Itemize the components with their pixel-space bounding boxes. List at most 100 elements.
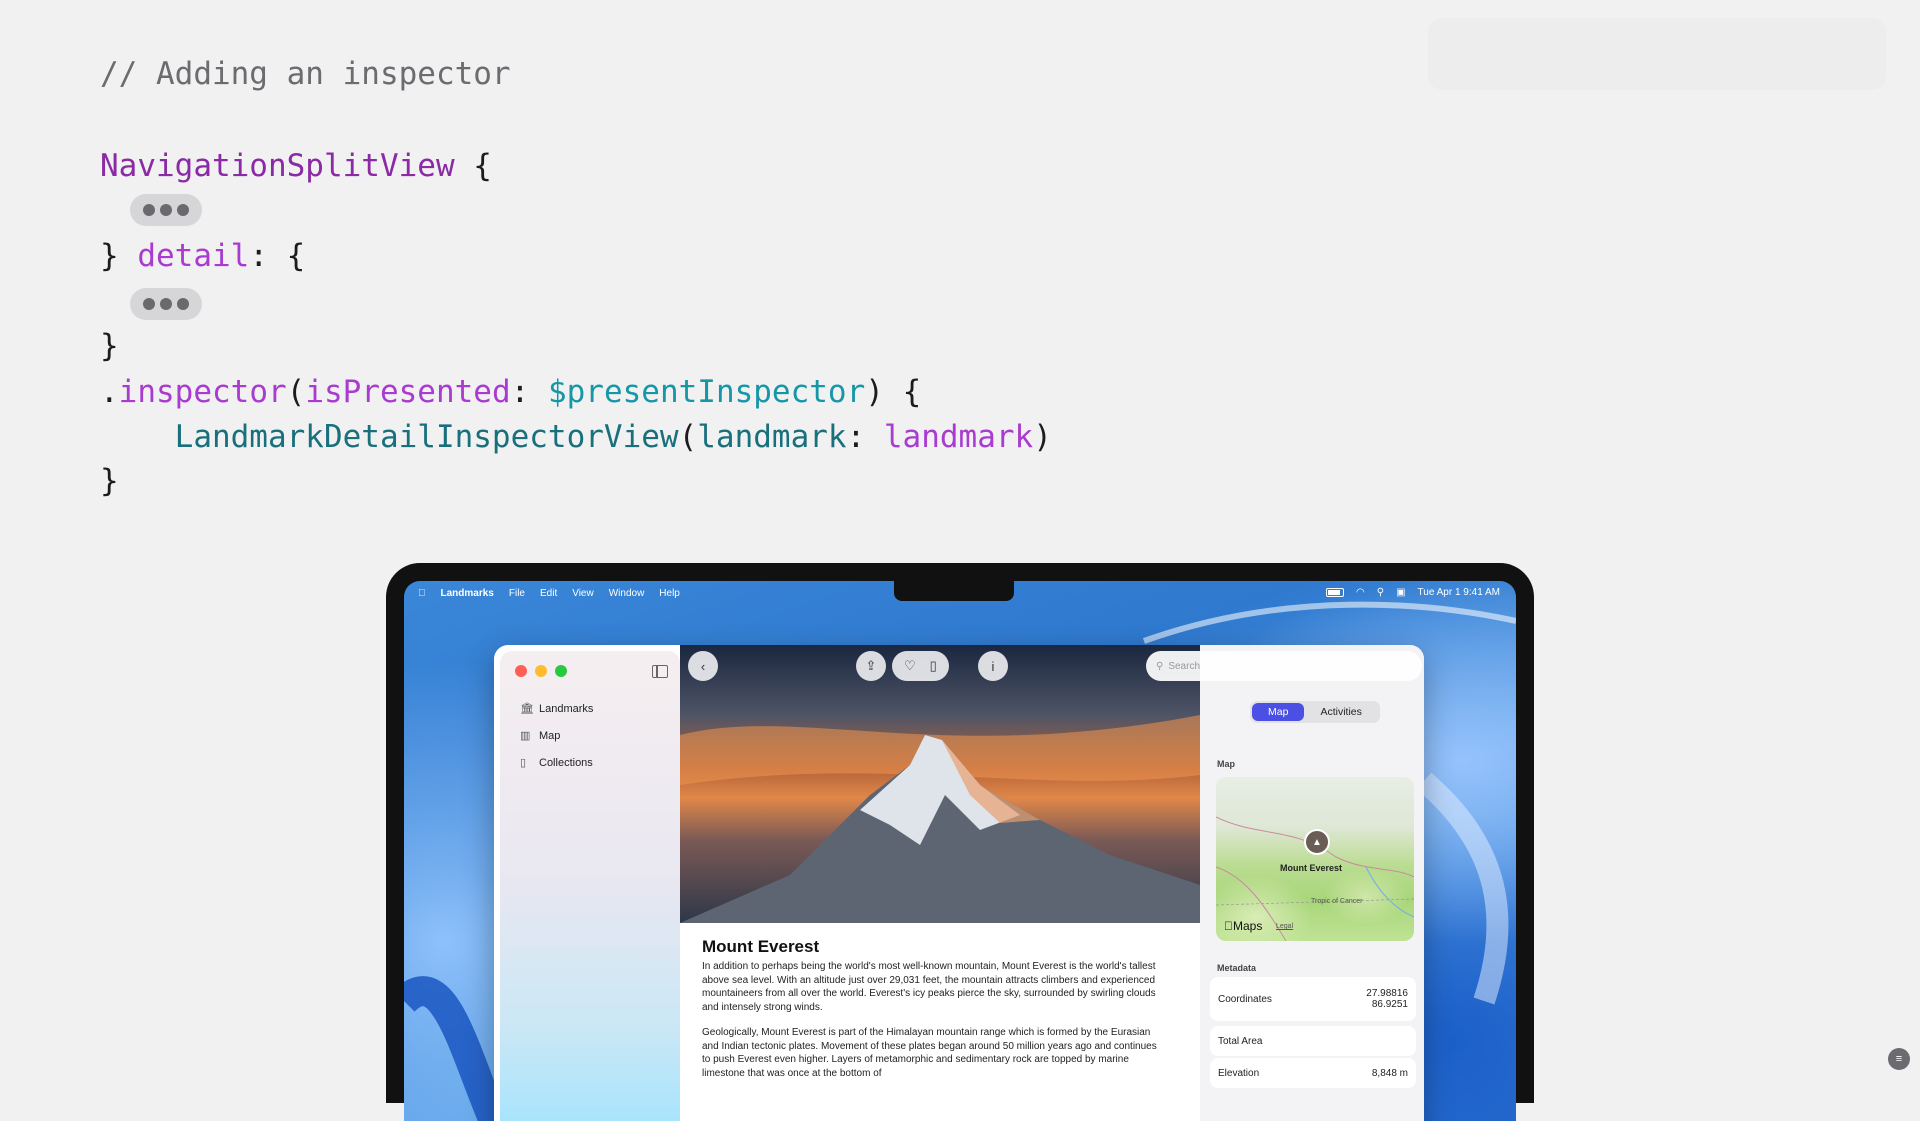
metadata-elevation: Elevation 8,848 m (1210, 1058, 1416, 1088)
app-window: 🏛︎ Landmarks ▥ Map ▯ Collections ‹ ⇪ ♡ ▯… (494, 645, 1424, 1121)
code-binding: $presentInspector (547, 374, 866, 410)
metadata-section-label: Metadata (1217, 963, 1257, 973)
apple-maps-logo: Maps (1224, 919, 1262, 933)
code-line-inspector: .inspector(isPresented: $presentInspecto… (100, 374, 921, 410)
menu-bar:  Landmarks File Edit View Window Help ◠… (404, 581, 1516, 605)
code-punct: ( (286, 374, 306, 410)
sidebar-item-label: Collections (539, 757, 593, 769)
code-line-close: } (100, 328, 119, 364)
menu-app-name[interactable]: Landmarks (441, 588, 494, 599)
code-punct: : { (249, 238, 306, 274)
minimize-button[interactable] (535, 665, 547, 677)
map-borders (1216, 816, 1414, 941)
code-punct: ( (678, 419, 698, 455)
map-tropic-label: Tropic of Cancer (1311, 898, 1363, 905)
share-button[interactable]: ⇪ (856, 651, 886, 681)
sidebar-item-map[interactable]: ▥ Map (520, 730, 560, 742)
book-icon: ▯ (520, 756, 527, 769)
chevron-left-icon: ‹ (700, 658, 706, 674)
code-brace: } (100, 238, 138, 274)
code-value: landmark (883, 419, 1034, 455)
code-comment: // Adding an inspector (100, 56, 511, 92)
menu-view[interactable]: View (572, 588, 594, 599)
search-icon: ⚲ (1156, 660, 1164, 672)
sidebar: 🏛︎ Landmarks ▥ Map ▯ Collections (500, 651, 680, 1121)
segment-map[interactable]: Map (1252, 703, 1305, 721)
video-controls-overlay[interactable] (1428, 18, 1886, 90)
search-placeholder: Search (1168, 660, 1201, 672)
back-button[interactable]: ‹ (688, 651, 718, 681)
menu-help[interactable]: Help (659, 588, 680, 599)
code-type: LandmarkDetailInspectorView (174, 419, 679, 455)
coordinates-label: Coordinates (1218, 993, 1272, 1005)
mountain-illustration (680, 715, 1200, 923)
zoom-button[interactable] (555, 665, 567, 677)
code-line-detail: } detail: { (100, 238, 305, 274)
inspector-panel: ⚲ Search Map Activities Map ▲ Mount Ever… (1146, 645, 1424, 1121)
sidebar-item-label: Landmarks (539, 703, 594, 715)
sidebar-item-collections[interactable]: ▯ Collections (520, 757, 593, 769)
landmark-description-1: In addition to perhaps being the world's… (702, 961, 1156, 1013)
heart-icon[interactable]: ♡ (904, 658, 916, 674)
collection-icon[interactable]: ▯ (930, 658, 937, 674)
map-pin-label: Mount Everest (1280, 863, 1343, 873)
code-punct: ) (1033, 419, 1052, 455)
search-field[interactable]: ⚲ Search (1146, 651, 1422, 681)
building-columns-icon: 🏛︎ (520, 702, 534, 715)
total-area-label: Total Area (1218, 1035, 1263, 1047)
mountain-pin-icon[interactable]: ▲ (1304, 829, 1330, 855)
laptop-frame:  Landmarks File Edit View Window Help ◠… (386, 563, 1534, 1121)
maps-legal-link[interactable]: Legal (1276, 923, 1293, 930)
coordinates-lon: 86.9251 (1371, 999, 1408, 1010)
toolbar-group: ♡ ▯ (892, 651, 949, 681)
code-arg: isPresented (305, 374, 511, 410)
elevation-label: Elevation (1218, 1067, 1260, 1079)
spotlight-icon[interactable]: ⚲ (1377, 587, 1384, 598)
close-button[interactable] (515, 665, 527, 677)
map-thumbnail[interactable]: ▲ Mount Everest Tropic of Cancer Maps L… (1216, 777, 1414, 941)
captions-icon[interactable]: ≡ (1888, 1048, 1910, 1070)
sidebar-item-landmarks[interactable]: 🏛︎ Landmarks (520, 703, 593, 715)
code-line-close: } (100, 463, 119, 499)
inspector-toggle-button[interactable]: i (978, 651, 1008, 681)
segment-activities[interactable]: Activities (1304, 703, 1377, 721)
code-line-inspector-view: LandmarkDetailInspectorView(landmark: la… (100, 419, 1052, 455)
code-brace: { (454, 148, 492, 184)
metadata-coordinates: Coordinates 27.98816 86.9251 (1210, 977, 1416, 1021)
maps-brand: Maps (1224, 919, 1262, 933)
collapsed-code-pill[interactable] (130, 288, 202, 320)
info-icon: i (991, 658, 995, 674)
battery-icon[interactable] (1326, 588, 1345, 597)
metadata-total-area: Total Area (1210, 1026, 1416, 1056)
code-method: inspector (118, 374, 287, 410)
menu-window[interactable]: Window (609, 588, 645, 599)
sidebar-item-label: Map (539, 730, 561, 742)
landmark-hero-image (680, 645, 1200, 923)
landmark-description-2: Geologically, Mount Everest is part of t… (702, 1027, 1157, 1079)
apple-icon[interactable]:  (418, 588, 426, 599)
share-icon: ⇪ (865, 658, 877, 673)
menu-edit[interactable]: Edit (540, 588, 557, 599)
elevation-value: 8,848 m (1371, 1067, 1408, 1079)
collapsed-code-pill[interactable] (130, 194, 202, 226)
code-punct: : (846, 419, 884, 455)
landmark-title: Mount Everest (702, 937, 820, 956)
code-punct: . (100, 374, 119, 410)
code-type: NavigationSplitView (100, 148, 455, 184)
control-center-icon[interactable]: ▣ (1396, 587, 1405, 598)
wifi-icon[interactable]: ◠ (1356, 587, 1365, 598)
laptop-screen:  Landmarks File Edit View Window Help ◠… (404, 581, 1516, 1121)
menu-clock[interactable]: Tue Apr 1 9:41 AM (1418, 587, 1500, 598)
menu-file[interactable]: File (509, 588, 525, 599)
coordinates-lat: 27.98816 (1366, 988, 1408, 999)
sidebar-toggle-icon[interactable] (652, 665, 668, 678)
code-label: detail (137, 238, 250, 274)
code-arg: landmark (697, 419, 847, 455)
code-line-navigation-split-view: NavigationSplitView { (100, 148, 492, 184)
code-punct: : (510, 374, 548, 410)
code-punct: ) { (865, 374, 922, 410)
map-section-label: Map (1217, 759, 1235, 769)
map-icon: ▥ (520, 729, 531, 742)
window-controls (515, 665, 567, 677)
